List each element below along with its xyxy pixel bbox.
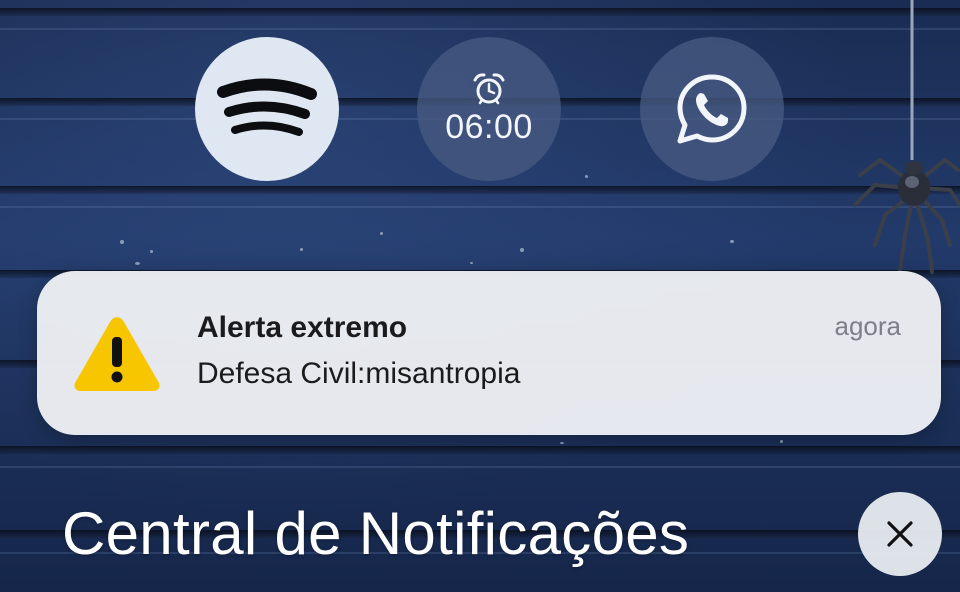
blind-slat — [0, 8, 960, 16]
alarm-time: 06:00 — [445, 107, 533, 146]
notification-center-title: Central de Notificações — [62, 500, 690, 567]
web-speck — [300, 248, 303, 251]
alarm-button[interactable]: 06:00 — [417, 37, 561, 181]
web-speck — [560, 442, 564, 444]
notification-body: Defesa Civil:misantropia — [197, 357, 521, 390]
web-speck — [380, 232, 383, 235]
web-speck — [135, 262, 140, 265]
blind-highlight — [0, 206, 960, 208]
web-speck — [120, 240, 124, 244]
web-speck — [585, 175, 588, 178]
web-speck — [150, 250, 153, 253]
web-speck — [520, 248, 524, 252]
blind-highlight — [0, 28, 960, 30]
web-speck — [470, 262, 473, 264]
notification-card[interactable]: Alerta extremo Defesa Civil:misantropia … — [37, 271, 941, 435]
blind-slat — [0, 446, 960, 454]
web-speck — [780, 440, 783, 443]
spotify-icon — [217, 78, 317, 136]
alarm-clock-icon — [473, 72, 505, 104]
notification-time: agora — [834, 311, 902, 341]
notification-title: Alerta extremo — [197, 311, 408, 344]
close-button[interactable] — [858, 492, 942, 576]
spotify-button[interactable] — [195, 37, 339, 181]
whatsapp-button[interactable] — [640, 37, 784, 181]
blind-highlight — [0, 466, 960, 468]
spider-decoration — [853, 0, 960, 274]
close-icon — [887, 521, 913, 547]
warning-triangle-icon — [74, 317, 160, 391]
web-speck — [730, 240, 734, 243]
blind-slat — [0, 186, 960, 194]
whatsapp-icon — [677, 74, 747, 144]
